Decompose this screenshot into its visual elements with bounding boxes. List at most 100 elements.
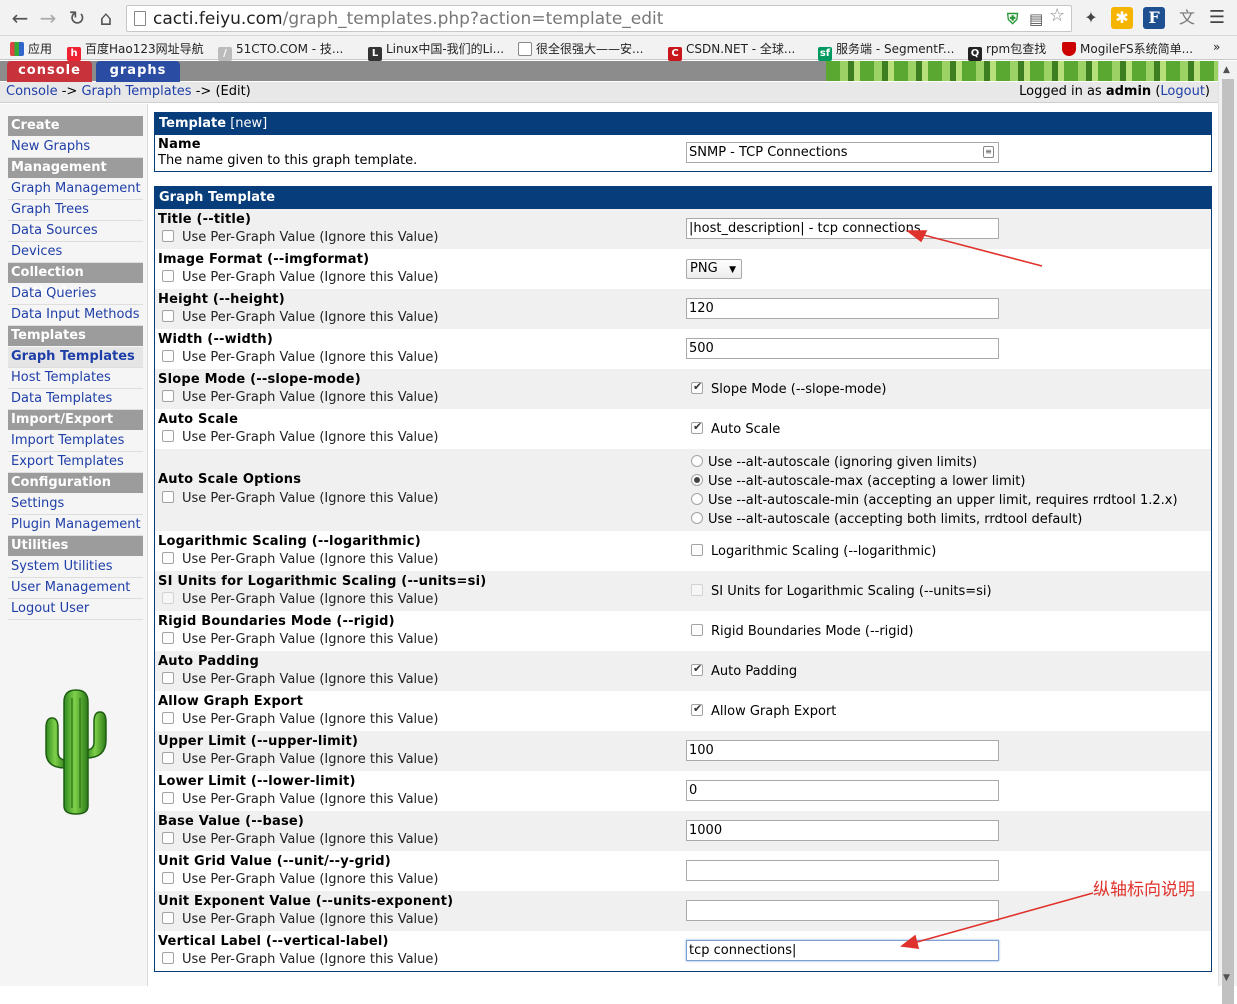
units-si-checkbox[interactable] [691, 584, 703, 596]
extension-icon[interactable]: ✦ [1080, 7, 1102, 29]
autoscale-option-radio[interactable] [691, 455, 703, 467]
slope-mode-per-graph-checkbox[interactable] [162, 390, 174, 402]
bookmark-rpm[interactable]: Qrpm包查找 [968, 40, 1046, 61]
sidebar-item-export-templates[interactable]: Export Templates [8, 452, 143, 473]
bookmark-segmentfault[interactable]: sf 服务端 - SegmentF... [818, 40, 954, 61]
sidebar-item-user-management[interactable]: User Management [8, 578, 143, 599]
scroll-down-icon[interactable]: ▼ [1223, 973, 1230, 983]
auto-padding-per-graph-checkbox[interactable] [162, 672, 174, 684]
auto-padding-label: Auto Padding [158, 654, 259, 669]
vertical-label-input[interactable]: tcp connections| [686, 940, 999, 961]
scroll-up-icon[interactable]: ▲ [1223, 65, 1230, 75]
bookmark-page[interactable]: 很全很强大——安... [518, 40, 643, 57]
auto-scale-per-graph-checkbox[interactable] [162, 430, 174, 442]
graph-export-per-graph-checkbox[interactable] [162, 712, 174, 724]
translate-icon[interactable]: ▤ [1029, 11, 1043, 27]
bookmark-linux[interactable]: L Linux中国-我们的Li... [368, 40, 504, 61]
sf-icon: sf [818, 47, 832, 61]
sidebar-item-plugin-management[interactable]: Plugin Management [8, 515, 143, 536]
sidebar-item-graph-templates[interactable]: Graph Templates [8, 347, 143, 368]
auto-scale-options-row: Auto Scale Options Use Per-Graph Value (… [155, 449, 1211, 531]
breadcrumb-graph-templates[interactable]: Graph Templates [81, 84, 191, 99]
auto-scale-checkbox[interactable] [691, 420, 703, 434]
base-value-input[interactable]: 1000 [686, 820, 999, 841]
auto-padding-checkbox[interactable] [691, 662, 703, 676]
sidebar-item-graph-trees[interactable]: Graph Trees [8, 200, 143, 221]
slope-mode-label: Slope Mode (--slope-mode) [158, 372, 361, 387]
tab-graphs[interactable]: graphs [96, 61, 180, 82]
height-row: Height (--height) Use Per-Graph Value (I… [155, 289, 1211, 329]
translate-extension-icon[interactable]: 文 [1176, 7, 1198, 29]
reload-icon[interactable]: ↻ [65, 6, 89, 30]
logarithmic-label: Logarithmic Scaling (--logarithmic) [158, 534, 421, 549]
title-input[interactable]: |host_description| - tcp connections [686, 218, 999, 239]
vertical-label-per-graph-checkbox[interactable] [162, 952, 174, 964]
imgformat-per-graph-checkbox[interactable] [162, 270, 174, 282]
bookmark-51cto[interactable]: /51CTO.COM - 技... [218, 40, 343, 61]
bookmark-mogilefs[interactable]: MogileFS系统简单... [1062, 40, 1193, 57]
width-input[interactable]: 500 [686, 338, 999, 359]
star-icon[interactable]: ☆ [1049, 7, 1065, 25]
imgformat-select[interactable]: PNG ▼ [686, 259, 742, 279]
sidebar-item-settings[interactable]: Settings [8, 494, 143, 515]
scrollbar-thumb[interactable] [1222, 79, 1234, 1004]
sidebar-item-host-templates[interactable]: Host Templates [8, 368, 143, 389]
rigid-checkbox[interactable] [691, 624, 703, 636]
auto-scale-options-per-graph-checkbox[interactable] [162, 491, 174, 503]
template-name-input[interactable]: SNMP - TCP Connections ≡ [686, 142, 999, 163]
page-scrollbar[interactable]: ▲ ▼ [1218, 61, 1237, 1004]
autoscale-min-option-radio[interactable] [691, 493, 703, 505]
title-per-graph-checkbox[interactable] [162, 230, 174, 242]
rigid-per-graph-checkbox[interactable] [162, 632, 174, 644]
f-extension-icon[interactable]: F [1143, 7, 1165, 29]
menu-icon[interactable]: ☰ [1206, 7, 1228, 29]
home-icon[interactable]: ⌂ [94, 6, 118, 30]
logarithmic-checkbox[interactable] [691, 544, 703, 556]
logout-link[interactable]: Logout [1160, 84, 1205, 99]
graph-export-checkbox[interactable] [691, 702, 703, 716]
lower-limit-input[interactable]: 0 [686, 780, 999, 801]
height-per-graph-checkbox[interactable] [162, 310, 174, 322]
lower-limit-per-graph-checkbox[interactable] [162, 792, 174, 804]
upper-limit-input[interactable]: 100 [686, 740, 999, 761]
autoscale-max-option-radio[interactable] [691, 474, 703, 486]
sidebar-item-logout-user[interactable]: Logout User [8, 599, 143, 620]
more-bookmarks[interactable]: » [1213, 40, 1220, 54]
base-value-per-graph-checkbox[interactable] [162, 832, 174, 844]
sidebar-item-data-sources[interactable]: Data Sources [8, 221, 143, 242]
logarithmic-per-graph-checkbox[interactable] [162, 552, 174, 564]
bookmark-apps[interactable]: 应用 [10, 40, 52, 57]
bookmark-csdn[interactable]: C CSDN.NET - 全球... [668, 40, 795, 61]
unit-exponent-input[interactable] [686, 900, 999, 921]
sidebar-item-new-graphs[interactable]: New Graphs [8, 137, 143, 158]
auto-padding-row: Auto Padding Use Per-Graph Value (Ignore… [155, 651, 1211, 691]
tab-console[interactable]: console [7, 61, 92, 82]
graph-export-label: Allow Graph Export [158, 694, 304, 709]
upper-limit-per-graph-checkbox[interactable] [162, 752, 174, 764]
sidebar-item-data-input-methods[interactable]: Data Input Methods [8, 305, 143, 326]
unit-grid-per-graph-checkbox[interactable] [162, 872, 174, 884]
sidebar-item-import-templates[interactable]: Import Templates [8, 431, 143, 452]
key-icon[interactable]: ≡ [983, 146, 994, 158]
sidebar-item-data-queries[interactable]: Data Queries [8, 284, 143, 305]
url-text[interactable]: cacti.feiyu.com/graph_templates.php?acti… [153, 9, 663, 29]
address-bar[interactable]: cacti.feiyu.com/graph_templates.php?acti… [126, 5, 1072, 32]
bookmark-extension-icon[interactable]: ✱ [1111, 7, 1133, 29]
autoscale-both-option-radio[interactable] [691, 512, 703, 524]
unit-grid-input[interactable] [686, 860, 999, 881]
shield-icon[interactable]: ⛨ [1007, 11, 1018, 27]
slope-mode-checkbox[interactable] [691, 380, 703, 394]
width-per-graph-checkbox[interactable] [162, 350, 174, 362]
sidebar-item-data-templates[interactable]: Data Templates [8, 389, 143, 410]
height-input[interactable]: 120 [686, 298, 999, 319]
breadcrumb-console[interactable]: Console [6, 84, 58, 99]
sidebar-item-system-utilities[interactable]: System Utilities [8, 557, 143, 578]
sidebar-item-graph-management[interactable]: Graph Management [8, 179, 143, 200]
back-icon[interactable]: ← [8, 6, 32, 30]
units-si-per-graph-checkbox[interactable] [162, 592, 174, 604]
sidebar-item-devices[interactable]: Devices [8, 242, 143, 263]
forward-icon[interactable]: → [36, 6, 60, 30]
breadcrumb-sep: -> [57, 84, 82, 99]
unit-exponent-per-graph-checkbox[interactable] [162, 912, 174, 924]
bookmark-hao123[interactable]: h 百度Hao123网址导航 [67, 40, 204, 61]
